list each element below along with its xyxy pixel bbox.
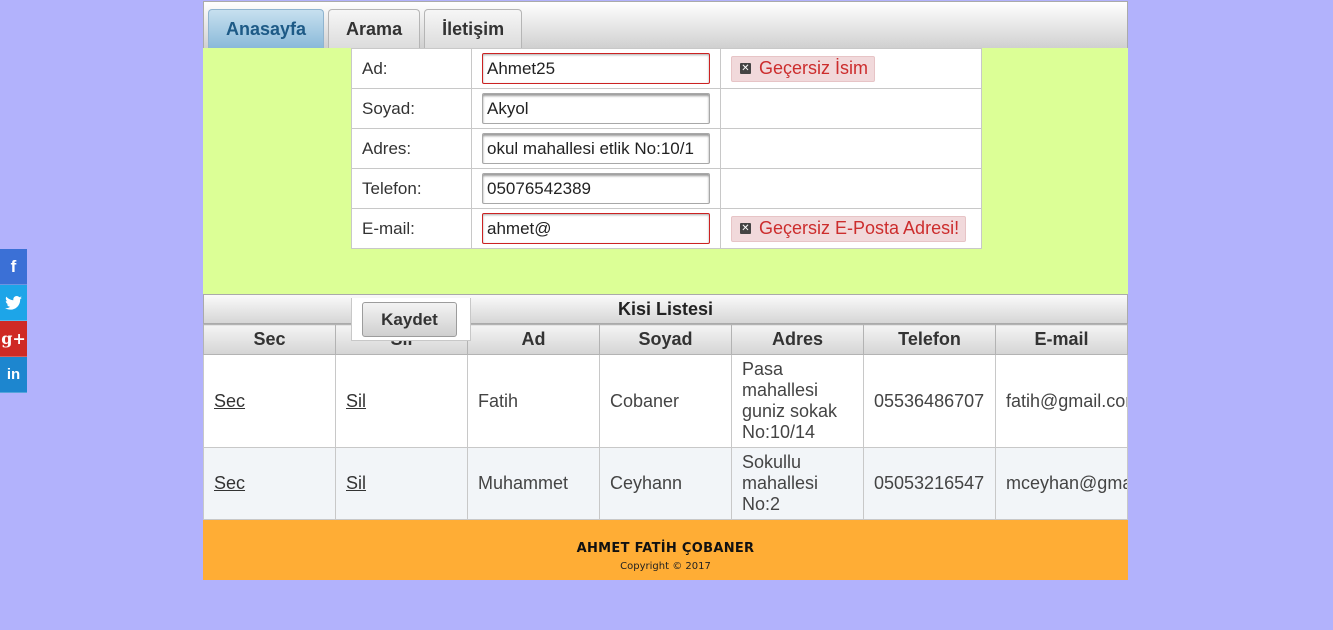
column-header-email: E-mail xyxy=(995,324,1128,355)
cell-soyad: Ceyhann xyxy=(599,447,732,520)
email-field[interactable] xyxy=(482,213,710,244)
column-header-telefon: Telefon xyxy=(863,324,996,355)
name-error-text: Geçersiz İsim xyxy=(759,58,869,78)
cell-email: fatih@gmail.com xyxy=(995,354,1128,448)
cell-soyad: Cobaner xyxy=(599,354,732,448)
table-row: Sec Sil Muhammet Ceyhann Sokullu mahalle… xyxy=(203,447,1128,520)
cell-telefon: 05536486707 xyxy=(863,354,996,448)
phone-label: Telefon: xyxy=(351,168,472,209)
cell-ad: Muhammet xyxy=(467,447,600,520)
footer: AHMET FATİH ÇOBANER Copyright © 2017 xyxy=(203,520,1128,580)
email-error: ✕ Geçersiz E-Posta Adresi! xyxy=(731,215,967,242)
address-label: Adres: xyxy=(351,128,472,169)
column-header-soyad: Soyad xyxy=(599,324,732,355)
linkedin-icon[interactable]: in xyxy=(0,357,27,393)
cell-email: mceyhan@gmail.com xyxy=(995,447,1128,520)
email-error-text: Geçersiz E-Posta Adresi! xyxy=(759,218,960,238)
tab-anasayfa[interactable]: Anasayfa xyxy=(208,9,325,48)
cell-ad: Fatih xyxy=(467,354,600,448)
page-container: Anasayfa Arama İletişim Ad: ✕ Geçersiz İ… xyxy=(203,1,1128,580)
cell-adres: Pasa mahallesi guniz sokak No:10/14 xyxy=(731,354,864,448)
phone-field[interactable] xyxy=(482,173,710,204)
table-header-row: Sec Sil Ad Soyad Adres Telefon E-mail xyxy=(203,324,1128,355)
footer-copyright: Copyright © 2017 xyxy=(620,561,711,572)
surname-label: Soyad: xyxy=(351,88,472,129)
cell-adres: Sokullu mahallesi No:2 xyxy=(731,447,864,520)
delete-link[interactable]: Sil xyxy=(346,473,366,493)
surname-field[interactable] xyxy=(482,93,710,124)
tab-iletisim[interactable]: İletişim xyxy=(424,9,523,48)
twitter-icon[interactable] xyxy=(0,285,27,321)
address-field[interactable] xyxy=(482,133,710,164)
select-link[interactable]: Sec xyxy=(214,391,245,411)
table-row: Sec Sil Fatih Cobaner Pasa mahallesi gun… xyxy=(203,354,1128,448)
social-share-bar: f g+ in xyxy=(0,249,27,393)
name-field[interactable] xyxy=(482,53,710,84)
name-label: Ad: xyxy=(351,48,472,89)
save-row: Kaydet xyxy=(351,298,471,341)
footer-author: AHMET FATİH ÇOBANER xyxy=(576,541,755,556)
twitter-bird-icon xyxy=(5,295,22,310)
column-header-ad: Ad xyxy=(467,324,600,355)
column-header-adres: Adres xyxy=(731,324,864,355)
tab-bar: Anasayfa Arama İletişim xyxy=(203,1,1128,48)
facebook-icon[interactable]: f xyxy=(0,249,27,285)
google-plus-icon[interactable]: g+ xyxy=(0,321,27,357)
list-title: Kisi Listesi xyxy=(203,294,1128,324)
person-form: Ad: ✕ Geçersiz İsim Soyad: Adres: xyxy=(351,48,982,249)
tab-arama[interactable]: Arama xyxy=(328,9,421,48)
name-error: ✕ Geçersiz İsim xyxy=(731,55,876,82)
person-list-table: Sec Sil Ad Soyad Adres Telefon E-mail Se… xyxy=(203,324,1128,520)
cell-telefon: 05053216547 xyxy=(863,447,996,520)
email-label: E-mail: xyxy=(351,208,472,249)
select-link[interactable]: Sec xyxy=(214,473,245,493)
person-form-area: Ad: ✕ Geçersiz İsim Soyad: Adres: xyxy=(203,48,1128,341)
error-icon: ✕ xyxy=(740,63,751,74)
save-button[interactable]: Kaydet xyxy=(362,302,457,337)
delete-link[interactable]: Sil xyxy=(346,391,366,411)
error-icon: ✕ xyxy=(740,223,751,234)
column-header-sec: Sec xyxy=(203,324,336,355)
